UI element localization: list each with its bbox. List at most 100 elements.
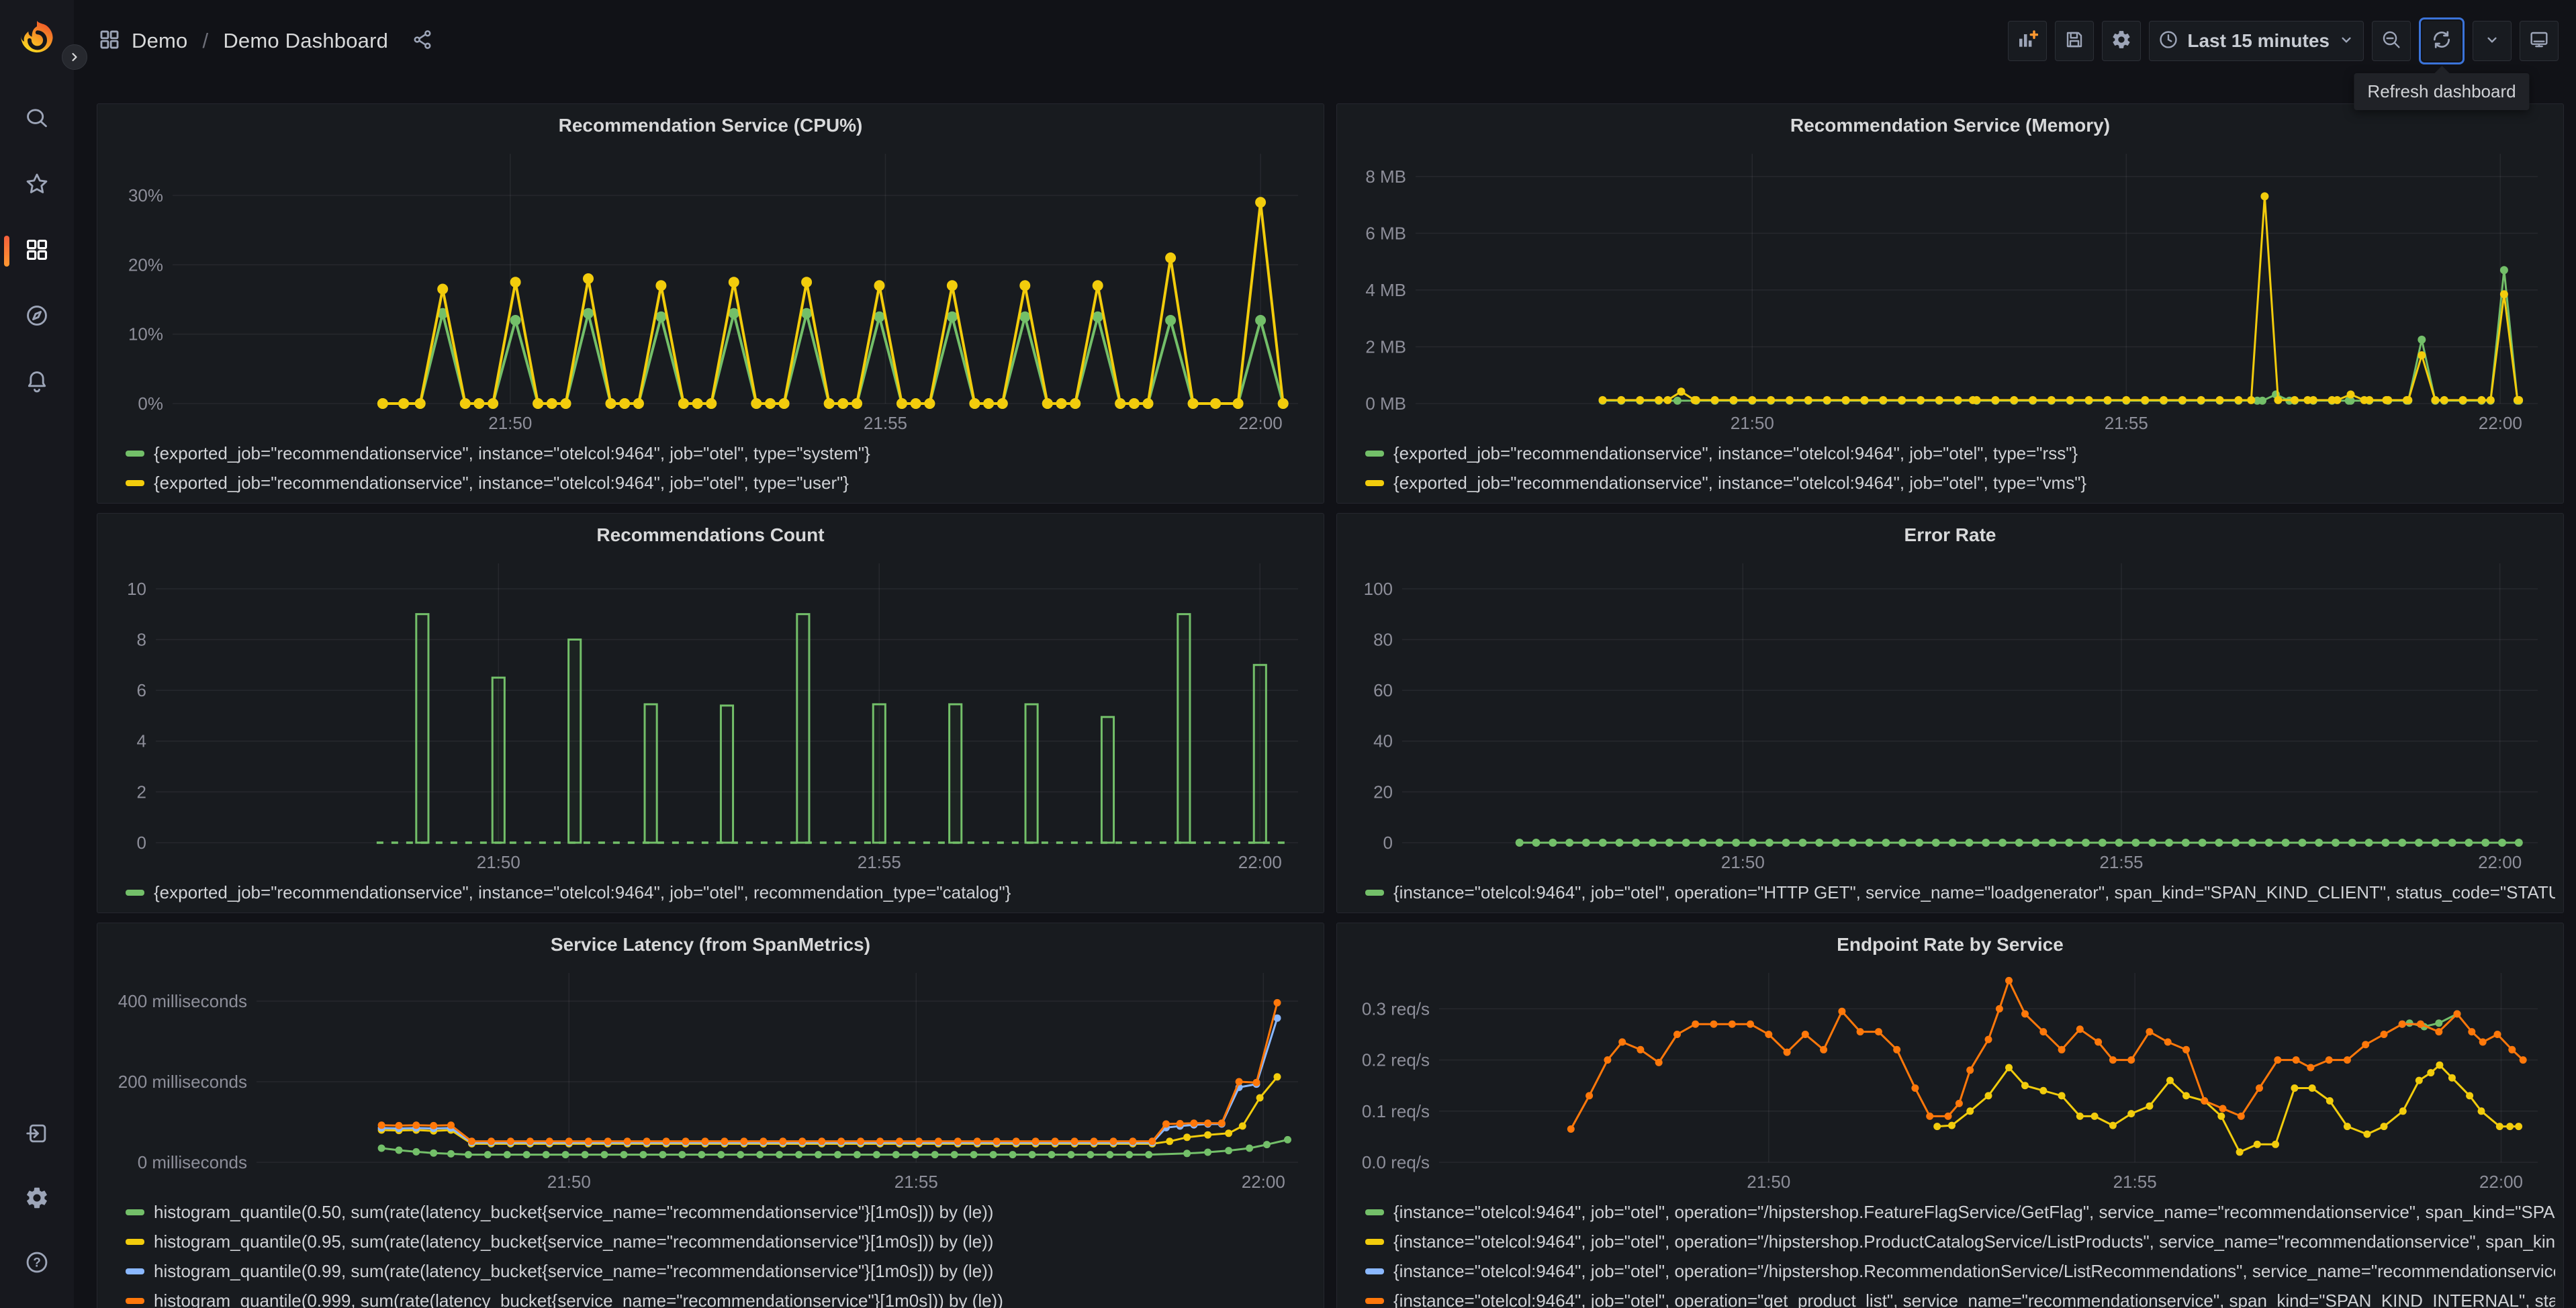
- svg-text:22:00: 22:00: [1242, 1172, 1285, 1192]
- svg-text:200 milliseconds: 200 milliseconds: [118, 1072, 247, 1092]
- panel-title[interactable]: Recommendations Count: [105, 519, 1316, 551]
- sign-in-icon: [24, 1121, 50, 1150]
- svg-text:10%: 10%: [128, 324, 163, 344]
- timeseries-chart[interactable]: 0% 10% 20% 30% 21:50 21:55 22:00: [105, 142, 1316, 436]
- time-range-picker[interactable]: Last 15 minutes: [2149, 21, 2364, 61]
- zoom-out-button[interactable]: [2372, 21, 2411, 61]
- legend-item[interactable]: {instance="otelcol:9464", job="otel", op…: [1365, 1286, 2555, 1308]
- legend-label: {instance="otelcol:9464", job="otel", op…: [1393, 1260, 2555, 1281]
- legend-item[interactable]: {exported_job="recommendationservice", i…: [1365, 439, 2555, 469]
- apps-grid-icon: [24, 237, 50, 266]
- sidebar-item-configuration[interactable]: [24, 1186, 50, 1213]
- legend-item[interactable]: histogram_quantile(0.50, sum(rate(latenc…: [126, 1197, 1316, 1227]
- grafana-logo[interactable]: [15, 17, 59, 62]
- legend-swatch: [126, 1297, 144, 1304]
- refresh-button[interactable]: [2422, 21, 2461, 61]
- panel-title[interactable]: Error Rate: [1345, 519, 2555, 551]
- panel-title[interactable]: Recommendation Service (CPU%): [105, 109, 1316, 142]
- timeseries-chart[interactable]: 0 MB 2 MB 4 MB 6 MB 8 MB 21:50 21:55 22:00: [1345, 142, 2555, 436]
- svg-text:0: 0: [1383, 833, 1393, 853]
- sidebar-item-dashboards[interactable]: [4, 236, 50, 267]
- star-icon: [24, 171, 50, 200]
- svg-text:6 MB: 6 MB: [1365, 223, 1406, 243]
- time-range-label: Last 15 minutes: [2187, 30, 2330, 51]
- legend-item[interactable]: histogram_quantile(0.95, sum(rate(latenc…: [126, 1227, 1316, 1256]
- timeseries-chart[interactable]: 0.0 req/s 0.1 req/s 0.2 req/s 0.3 req/s 21:5…: [1345, 961, 2555, 1195]
- gear-icon: [24, 1185, 50, 1214]
- breadcrumb: Demo / Demo Dashboard: [98, 28, 434, 54]
- svg-text:10: 10: [127, 578, 146, 598]
- svg-text:?: ?: [33, 1256, 41, 1270]
- timeseries-chart[interactable]: 0 milliseconds 200 milliseconds 400 millis…: [105, 961, 1316, 1195]
- clock-icon: [2158, 29, 2179, 54]
- sidebar-item-starred[interactable]: [24, 172, 50, 199]
- legend-label: {instance="otelcol:9464", job="otel", op…: [1393, 882, 2555, 902]
- svg-text:21:55: 21:55: [858, 852, 901, 872]
- svg-text:21:55: 21:55: [894, 1172, 938, 1192]
- save-dashboard-button[interactable]: [2055, 21, 2095, 61]
- panel-title[interactable]: Service Latency (from SpanMetrics): [105, 929, 1316, 961]
- search-icon: [24, 105, 50, 134]
- svg-text:0.2 req/s: 0.2 req/s: [1362, 1050, 1430, 1070]
- sidebar-item-help[interactable]: ?: [24, 1250, 50, 1277]
- panel-title[interactable]: Endpoint Rate by Service: [1345, 929, 2555, 961]
- svg-text:22:00: 22:00: [1238, 852, 1282, 872]
- save-icon: [2064, 29, 2085, 54]
- svg-text:0 MB: 0 MB: [1365, 393, 1406, 414]
- svg-text:22:00: 22:00: [2479, 1172, 2523, 1192]
- sidebar-item-explore[interactable]: [24, 303, 50, 330]
- svg-text:6: 6: [137, 680, 146, 700]
- svg-text:8: 8: [137, 629, 146, 649]
- legend-item[interactable]: {instance="otelcol:9464", job="otel", op…: [1365, 1256, 2555, 1286]
- refresh-tooltip: Refresh dashboard: [2354, 73, 2530, 110]
- bell-icon: [24, 369, 50, 398]
- panel-recommendation-cpu: Recommendation Service (CPU%) 0% 10% 20% 30…: [97, 103, 1324, 504]
- svg-text:80: 80: [1373, 629, 1393, 649]
- panel-service-latency: Service Latency (from SpanMetrics) 0 mil…: [97, 923, 1324, 1308]
- svg-text:22:00: 22:00: [2479, 413, 2522, 433]
- legend-label: histogram_quantile(0.95, sum(rate(latenc…: [154, 1231, 994, 1252]
- refresh-interval-dropdown[interactable]: [2473, 21, 2512, 61]
- panel-title[interactable]: Recommendation Service (Memory): [1345, 109, 2555, 142]
- breadcrumb-separator: /: [202, 29, 209, 52]
- tv-mode-button[interactable]: [2520, 21, 2559, 61]
- legend-label: {instance="otelcol:9464", job="otel", op…: [1393, 1201, 2555, 1222]
- legend: {exported_job="recommendationservice", i…: [105, 436, 1316, 498]
- monitor-icon: [2528, 29, 2550, 54]
- panel-error-rate: Error Rate 0 20 40 60 80 100 21:50 21:55 22:00 {…: [1336, 513, 2564, 913]
- legend-label: {exported_job="recommendationservice", i…: [154, 443, 870, 464]
- add-panel-button[interactable]: [2008, 21, 2048, 61]
- legend: {instance="otelcol:9464", job="otel", op…: [1345, 875, 2555, 907]
- legend-item[interactable]: {instance="otelcol:9464", job="otel", op…: [1365, 878, 2555, 907]
- legend-item[interactable]: {exported_job="recommendationservice", i…: [126, 878, 1316, 907]
- legend-label: {exported_job="recommendationservice", i…: [154, 882, 1011, 902]
- legend-swatch: [1365, 1297, 1384, 1304]
- breadcrumb-section[interactable]: Demo: [132, 29, 188, 53]
- sidebar-item-alerting[interactable]: [24, 369, 50, 396]
- legend-item[interactable]: {exported_job="recommendationservice", i…: [126, 439, 1316, 469]
- svg-text:400 milliseconds: 400 milliseconds: [118, 991, 247, 1011]
- legend-item[interactable]: histogram_quantile(0.999, sum(rate(laten…: [126, 1286, 1316, 1308]
- legend-item[interactable]: {exported_job="recommendationservice", i…: [126, 469, 1316, 498]
- dashboard-settings-button[interactable]: [2102, 21, 2142, 61]
- svg-text:22:00: 22:00: [2478, 852, 2522, 872]
- svg-text:21:50: 21:50: [547, 1172, 591, 1192]
- legend-item[interactable]: {instance="otelcol:9464", job="otel", op…: [1365, 1227, 2555, 1256]
- legend-item[interactable]: {instance="otelcol:9464", job="otel", op…: [1365, 1197, 2555, 1227]
- sidebar: ?: [0, 0, 74, 1308]
- legend-item[interactable]: {exported_job="recommendationservice", i…: [1365, 469, 2555, 498]
- svg-text:21:55: 21:55: [864, 413, 907, 433]
- share-icon[interactable]: [411, 28, 434, 54]
- svg-text:8 MB: 8 MB: [1365, 166, 1406, 186]
- legend-item[interactable]: histogram_quantile(0.99, sum(rate(latenc…: [126, 1256, 1316, 1286]
- svg-text:21:50: 21:50: [1721, 852, 1765, 872]
- bar-chart[interactable]: 0 2 4 6 8 10 21:50 21:55 22:00: [105, 551, 1316, 876]
- sidebar-item-search[interactable]: [24, 106, 50, 133]
- header: Demo / Demo Dashboard Last 15 minutes Re…: [74, 0, 2576, 110]
- svg-text:0.1 req/s: 0.1 req/s: [1362, 1101, 1430, 1121]
- timeseries-chart[interactable]: 0 20 40 60 80 100 21:50 21:55 22:00: [1345, 551, 2555, 876]
- sidebar-item-sign-in[interactable]: [24, 1121, 50, 1148]
- legend-label: {exported_job="recommendationservice", i…: [154, 473, 849, 494]
- sidebar-expand-button[interactable]: [62, 44, 87, 70]
- legend-swatch: [126, 480, 144, 487]
